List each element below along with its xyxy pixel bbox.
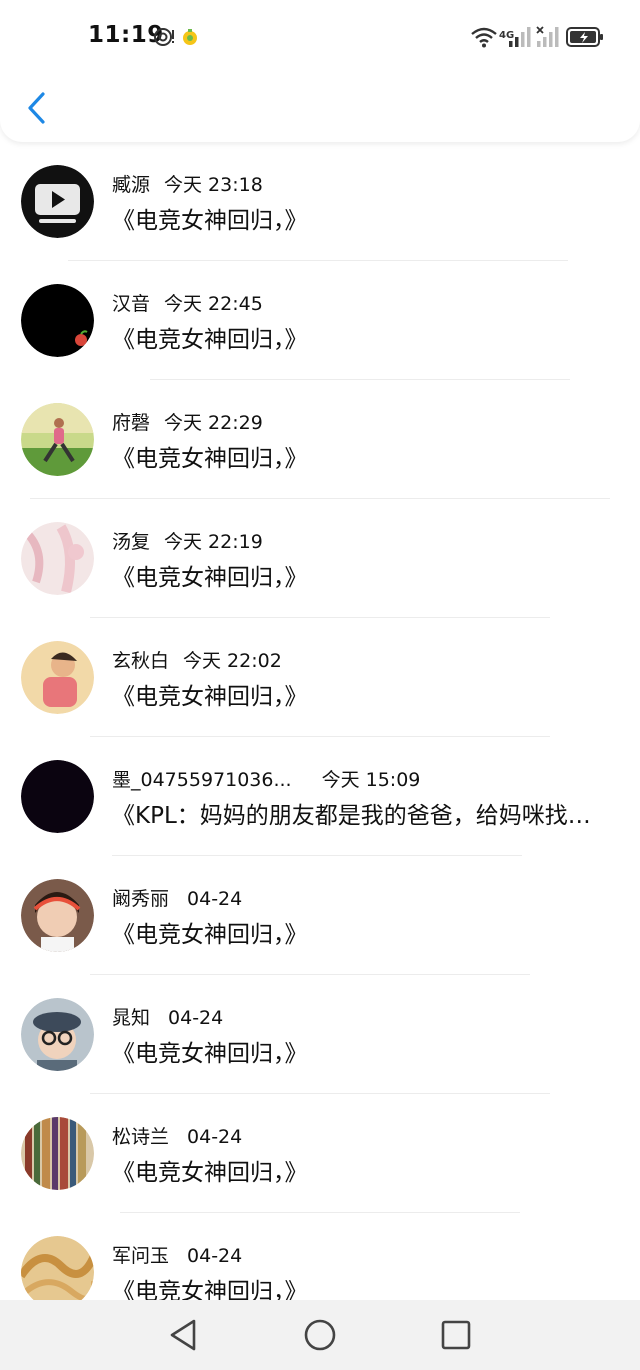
avatar[interactable] [21,403,94,476]
avatar[interactable] [21,165,94,238]
user-name[interactable]: 松诗兰 [112,1126,169,1148]
recents-square-icon[interactable] [438,1317,474,1353]
comment-text[interactable]: 《电竞女神回归，》 [112,201,308,235]
user-name[interactable]: 阚秀丽 [112,888,169,910]
comment-meta: 军问玉 04-24 [112,1241,242,1268]
avatar[interactable] [21,641,94,714]
comment-meta: 汤复 今天 22:19 [112,527,263,554]
list-item[interactable]: 臧源 今天 23:18 《电竞女神回归，》 [0,142,640,261]
home-circle-icon[interactable] [302,1317,338,1353]
comment-time: 04-24 [187,1126,243,1148]
signal-no-service-icon [536,26,560,48]
list-item[interactable]: 军问玉 04-24 《电竞女神回归，》 [0,1213,640,1300]
comment-meta: 玄秋白 今天 22:02 [112,646,282,673]
comment-time: 04-24 [168,1007,224,1029]
user-name[interactable]: 汉音 [112,293,150,315]
avatar[interactable] [21,1117,94,1190]
comment-list: 臧源 今天 23:18 《电竞女神回归，》 汉音 今天 22:45 《电竞女神回归，… [0,142,640,1300]
avatar[interactable] [21,879,94,952]
list-item[interactable]: 汤复 今天 22:19 《电竞女神回归，》 [0,499,640,618]
comment-meta: 晁知 04-24 [112,1003,223,1030]
comment-meta: 松诗兰 04-24 [112,1122,242,1149]
avatar[interactable] [21,760,94,833]
wifi-icon [470,26,498,48]
comment-text[interactable]: 《KPL：妈妈的朋友都是我的爸爸，给妈咪找… [112,796,591,830]
comment-time: 04-24 [187,1245,243,1267]
battery-icon [566,26,604,48]
user-name[interactable]: 墨_04755971036... [112,769,292,791]
comment-meta: 臧源 今天 23:18 [112,170,263,197]
comment-time: 今天 22:29 [164,412,263,434]
comment-text[interactable]: 《电竞女神回归，》 [112,558,308,592]
user-name[interactable]: 汤复 [112,531,150,553]
comment-text[interactable]: 《电竞女神回归，》 [112,439,308,473]
comment-time: 今天 22:02 [183,650,282,672]
app-badge-icon [180,26,200,48]
back-triangle-icon[interactable] [166,1317,202,1353]
list-item[interactable]: 墨_04755971036... 今天 15:09 《KPL：妈妈的朋友都是我的爸… [0,737,640,856]
list-item[interactable]: 汉音 今天 22:45 《电竞女神回归，》 [0,261,640,380]
comment-meta: 汉音 今天 22:45 [112,289,263,316]
chevron-left-icon [28,92,45,124]
user-name[interactable]: 府磬 [112,412,150,434]
comment-time: 今天 15:09 [321,769,421,791]
avatar[interactable] [21,284,94,357]
signal-icon [508,26,532,48]
comment-text[interactable]: 《电竞女神回归，》 [112,677,308,711]
system-nav-bar [0,1300,640,1370]
avatar[interactable] [21,998,94,1071]
user-name[interactable]: 军问玉 [112,1245,169,1267]
avatar[interactable] [21,1236,94,1300]
comment-meta: 阚秀丽 04-24 [112,884,242,911]
user-name[interactable]: 臧源 [112,174,150,196]
user-name[interactable]: 晁知 [112,1007,150,1029]
avatar[interactable] [21,522,94,595]
list-item[interactable]: 阚秀丽 04-24 《电竞女神回归，》 [0,856,640,975]
list-item[interactable]: 松诗兰 04-24 《电竞女神回归，》 [0,1094,640,1213]
list-item[interactable]: 晁知 04-24 《电竞女神回归，》 [0,975,640,1094]
comment-meta: 墨_04755971036... 今天 15:09 [112,765,420,792]
comment-text[interactable]: 《电竞女神回归，》 [112,1034,308,1068]
list-item[interactable]: 玄秋白 今天 22:02 《电竞女神回归，》 [0,618,640,737]
comment-time: 今天 23:18 [164,174,263,196]
comment-text[interactable]: 《电竞女神回归，》 [112,1272,308,1300]
comment-time: 04-24 [187,888,243,910]
comment-text[interactable]: 《电竞女神回归，》 [112,1153,308,1187]
comment-text[interactable]: 《电竞女神回归，》 [112,915,308,949]
notification-icon [153,26,175,48]
comment-meta: 府磬 今天 22:29 [112,408,263,435]
comment-text[interactable]: 《电竞女神回归，》 [112,320,308,354]
comment-time: 今天 22:45 [164,293,263,315]
user-name[interactable]: 玄秋白 [112,650,169,672]
top-bar: 11:19 4G [0,0,640,142]
list-item[interactable]: 府磬 今天 22:29 《电竞女神回归，》 [0,380,640,499]
back-button[interactable] [16,86,56,130]
comment-time: 今天 22:19 [164,531,263,553]
